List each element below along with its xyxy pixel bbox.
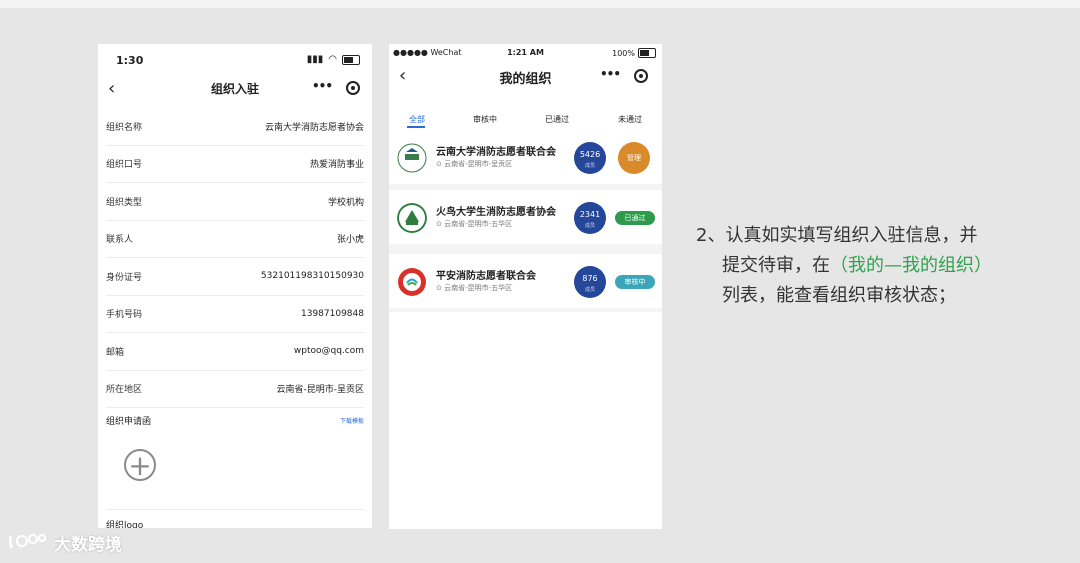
active-tab-indicator: [407, 126, 425, 128]
org-location: ⊙ 云南省-昆明市-五华区: [436, 284, 513, 292]
form-value[interactable]: wptoo@qq.com: [294, 346, 364, 356]
form-value[interactable]: 云南省-昆明市-呈贡区: [277, 382, 365, 395]
tab-approved[interactable]: 已通过: [545, 114, 569, 125]
status-bar: ●●●●● WeChat 1:21 AM 100%: [389, 44, 662, 62]
member-count-label: 成员: [584, 163, 595, 169]
form-label: 组织名称: [106, 122, 143, 133]
org-location-text: 云南省-昆明市-五华区: [444, 284, 513, 292]
form-label: 手机号码: [106, 310, 143, 321]
form-value[interactable]: 热爱消防事业: [310, 157, 364, 170]
divider: [106, 509, 364, 510]
form-label: 组织类型: [106, 197, 143, 208]
org-card[interactable]: 平安消防志愿者联合会 ⊙ 云南省-昆明市-五华区 876 成员 审核中: [389, 254, 662, 308]
status-tabs: 全部 审核中 已通过 未通过: [389, 112, 662, 130]
org-location-text: 云南省-昆明市-呈贡区: [444, 160, 513, 168]
org-registration-screen: 1:30 ▮▮▮ ◠ ‹ 组织入驻 ••• 组织名称 云南大学消防志愿者协会 组…: [98, 44, 372, 528]
instruction-caption: 2、认真如实填写组织入驻信息，并 提交待审，在（我的—我的组织） 列表，能查看组…: [696, 221, 992, 311]
caption-line-2: 提交待审，在（我的—我的组织）: [696, 251, 992, 281]
form-row-slogan[interactable]: 组织口号 热爱消防事业: [106, 146, 364, 183]
form-label: 组织口号: [106, 160, 143, 171]
form-row-phone[interactable]: 手机号码 13987109848: [106, 296, 364, 333]
form-row-id-number[interactable]: 身份证号 532101198310150930: [106, 258, 364, 296]
status-icons: ▮▮▮ ◠: [307, 54, 360, 65]
download-template-link[interactable]: 下载模板: [340, 416, 364, 425]
form-value[interactable]: 532101198310150930: [261, 271, 364, 281]
org-location-text: 云南省-昆明市-五华区: [444, 220, 513, 228]
battery-icon: [638, 48, 656, 58]
org-card[interactable]: 火鸟大学生消防志愿者协会 ⊙ 云南省-昆明市-五华区 2341 成员 已通过: [389, 190, 662, 244]
logo-label: 组织logo: [106, 521, 144, 528]
org-logo-icon: [397, 143, 427, 173]
member-count-label: 成员: [584, 287, 595, 293]
member-count-value: 2341: [579, 210, 601, 219]
battery-icon: [342, 54, 360, 65]
org-location: ⊙ 云南省-昆明市-五华区: [436, 220, 513, 228]
caption-highlight: （我的—我的组织）: [830, 255, 992, 276]
watermark-logo-icon: [8, 534, 46, 549]
form-label: 所在地区: [106, 385, 143, 396]
member-count: 5426 成员: [574, 142, 606, 174]
page-title: 我的组织: [499, 72, 552, 87]
nav-bar: ‹ 组织入驻 •••: [98, 76, 372, 102]
close-miniprogram-icon[interactable]: [634, 69, 648, 83]
form-label: 联系人: [106, 235, 134, 246]
tab-all[interactable]: 全部: [409, 114, 425, 125]
battery-label: 100%: [612, 48, 635, 58]
status-bar: 1:30 ▮▮▮ ◠: [98, 44, 372, 76]
tab-reviewing[interactable]: 审核中: [473, 114, 497, 125]
form-value[interactable]: 云南大学消防志愿者协会: [265, 120, 364, 133]
form-label: 身份证号: [106, 272, 143, 283]
form-row-org-type[interactable]: 组织类型 学校机构: [106, 183, 364, 221]
org-name: 云南大学消防志愿者联合会: [436, 147, 556, 158]
my-orgs-screen: ●●●●● WeChat 1:21 AM 100% ‹ 我的组织 ••• 全部 …: [389, 44, 662, 529]
close-miniprogram-icon[interactable]: [346, 81, 360, 95]
caption-line-1: 2、认真如实填写组织入驻信息，并: [696, 225, 978, 246]
org-logo-icon: [398, 268, 426, 296]
org-location: ⊙ 云南省-昆明市-呈贡区: [436, 160, 513, 168]
more-icon[interactable]: •••: [600, 67, 621, 81]
form-value[interactable]: 张小虎: [337, 232, 364, 245]
member-count-value: 5426: [579, 150, 601, 159]
form-label: 组织申请函: [106, 416, 152, 427]
form-value[interactable]: 13987109848: [301, 309, 364, 319]
tab-rejected[interactable]: 未通过: [618, 114, 642, 125]
status-battery: 100%: [612, 48, 656, 58]
org-name: 火鸟大学生消防志愿者协会: [436, 207, 556, 218]
form-row-application-letter: 组织申请函 下载模板: [106, 408, 364, 432]
more-icon[interactable]: •••: [312, 79, 333, 93]
status-time: 1:30: [116, 54, 144, 67]
org-logo-icon: [397, 203, 427, 233]
form-row-email[interactable]: 邮箱 wptoo@qq.com: [106, 333, 364, 371]
member-count: 876 成员: [574, 266, 606, 298]
status-badge-approved: 已通过: [615, 211, 655, 225]
form-row-region[interactable]: 所在地区 云南省-昆明市-呈贡区: [106, 371, 365, 408]
signal-icon: ▮▮▮: [306, 54, 324, 65]
wifi-icon: ◠: [328, 54, 337, 65]
form-value[interactable]: 学校机构: [328, 195, 364, 208]
watermark-text: 大数跨境: [54, 534, 122, 555]
caption-line-2-text: 提交待审，在: [722, 255, 830, 276]
form-label: 邮箱: [106, 347, 125, 358]
watermark: 大数跨境: [8, 530, 122, 555]
top-band: [0, 0, 1080, 8]
form-row-org-name[interactable]: 组织名称 云南大学消防志愿者协会: [106, 108, 364, 146]
manage-button[interactable]: 管理: [618, 142, 650, 174]
member-count-label: 成员: [584, 223, 595, 229]
nav-bar: ‹ 我的组织 •••: [389, 62, 662, 88]
org-name: 平安消防志愿者联合会: [436, 271, 536, 282]
member-count: 2341 成员: [574, 202, 606, 234]
add-attachment-button[interactable]: +: [124, 449, 156, 481]
member-count-value: 876: [582, 274, 598, 283]
org-card[interactable]: 云南大学消防志愿者联合会 ⊙ 云南省-昆明市-呈贡区 5426 成员 管理: [389, 130, 662, 184]
caption-line-3: 列表，能查看组织审核状态；: [722, 285, 956, 306]
status-badge-reviewing: 审核中: [615, 275, 655, 289]
form-row-contact[interactable]: 联系人 张小虎: [106, 221, 364, 258]
